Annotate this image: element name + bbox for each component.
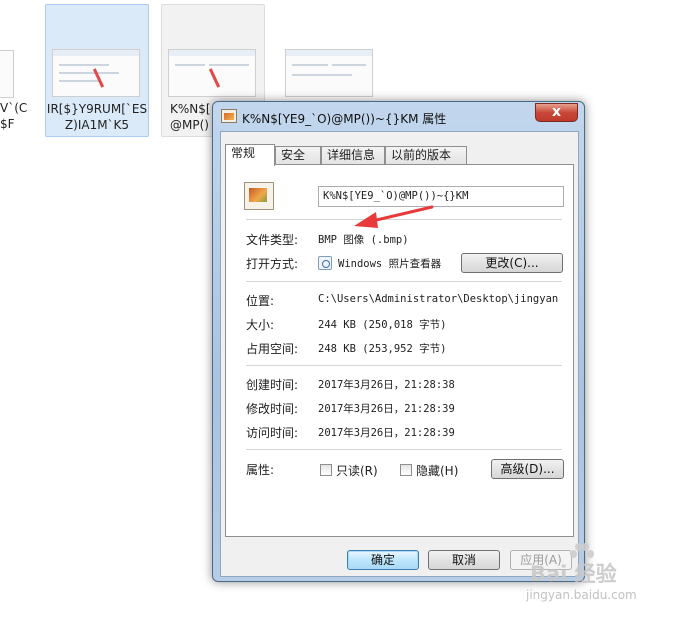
modified-label: 修改时间: bbox=[246, 402, 299, 416]
thumbnail-image bbox=[52, 49, 140, 97]
baidu-watermark: Bai 经验 jingyan.baidu.com bbox=[526, 540, 681, 610]
tab-security[interactable]: 安全 bbox=[275, 146, 321, 165]
thumbnail-image bbox=[285, 49, 373, 97]
thumbnail-image bbox=[168, 49, 256, 97]
separator bbox=[246, 449, 562, 450]
separator bbox=[246, 365, 562, 366]
attributes-label: 属性: bbox=[246, 463, 275, 477]
close-button[interactable]: x bbox=[535, 103, 578, 122]
created-label: 创建时间: bbox=[246, 378, 299, 392]
file-type-label: 文件类型: bbox=[246, 233, 299, 247]
ok-button[interactable]: 确定 bbox=[347, 550, 419, 570]
hidden-checkbox[interactable] bbox=[400, 464, 412, 476]
created-value: 2017年3月26日，21:28:38 bbox=[318, 379, 455, 391]
bmp-file-icon bbox=[244, 182, 274, 210]
thumbnail-image bbox=[0, 50, 14, 98]
image-file-icon bbox=[221, 109, 237, 123]
dialog-title: K%N$[YE9_`O)@MP())~{}KM 属性 bbox=[242, 112, 447, 126]
thumbnail-selected[interactable]: IR[$}Y9RUM[`ES Z)IA1M`K5 bbox=[45, 4, 149, 137]
size-label: 大小: bbox=[246, 318, 275, 332]
watermark-brand: Bai 经验 bbox=[530, 562, 617, 586]
tab-details[interactable]: 详细信息 bbox=[321, 146, 385, 165]
cancel-button[interactable]: 取消 bbox=[428, 550, 500, 570]
separator bbox=[246, 281, 562, 282]
thumbnail-partial[interactable]: V`(C $F bbox=[0, 4, 28, 137]
tab-general[interactable]: 常规 bbox=[225, 144, 275, 166]
readonly-label[interactable]: 只读(R) bbox=[336, 462, 378, 479]
accessed-label: 访问时间: bbox=[246, 426, 299, 440]
readonly-checkbox[interactable] bbox=[320, 464, 332, 476]
watermark-url: jingyan.baidu.com bbox=[526, 588, 637, 602]
hidden-label[interactable]: 隐藏(H) bbox=[416, 462, 458, 479]
size-on-disk-value: 248 KB (253,952 字节) bbox=[318, 343, 447, 355]
accessed-value: 2017年3月26日，21:28:39 bbox=[318, 427, 455, 439]
open-with-value: Windows 照片查看器 bbox=[338, 258, 442, 270]
tab-previous-versions[interactable]: 以前的版本 bbox=[385, 146, 467, 165]
location-label: 位置: bbox=[246, 294, 275, 308]
title-bar[interactable]: K%N$[YE9_`O)@MP())~{}KM 属性 x bbox=[213, 102, 584, 132]
photo-viewer-icon bbox=[318, 256, 332, 270]
size-on-disk-label: 占用空间: bbox=[246, 342, 299, 356]
change-button[interactable]: 更改(C)... bbox=[461, 253, 563, 273]
modified-value: 2017年3月26日，21:28:39 bbox=[318, 403, 455, 415]
close-icon: x bbox=[551, 104, 562, 120]
properties-dialog: K%N$[YE9_`O)@MP())~{}KM 属性 x 常规 安全 详细信息 … bbox=[212, 101, 585, 582]
advanced-button[interactable]: 高级(D)... bbox=[491, 459, 564, 479]
location-value: C:\Users\Administrator\Desktop\jingyan bbox=[318, 293, 559, 305]
thumbnail-caption: V`(C $F bbox=[0, 101, 28, 131]
thumbnail[interactable] bbox=[278, 4, 382, 104]
open-with-label: 打开方式: bbox=[246, 257, 299, 271]
thumbnail-caption: IR[$}Y9RUM[`ES Z)IA1M`K5 bbox=[46, 102, 148, 132]
size-value: 244 KB (250,018 字节) bbox=[318, 319, 447, 331]
annotation-arrow bbox=[354, 205, 434, 228]
